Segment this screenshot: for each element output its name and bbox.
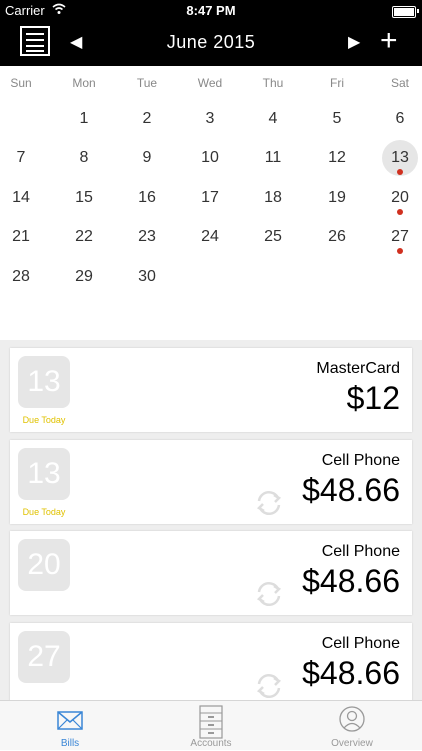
bill-due-dot — [397, 209, 403, 215]
tab-bar: Bills Accounts Overview — [0, 700, 422, 750]
user-circle-icon — [339, 706, 365, 732]
calendar-day[interactable]: 5 — [319, 101, 355, 137]
envelope-icon — [57, 711, 83, 730]
weekday-label: Wed — [197, 76, 223, 90]
calendar-day[interactable]: 30 — [129, 259, 165, 295]
calendar-day[interactable]: 15 — [66, 180, 102, 216]
add-bill-button[interactable]: + — [380, 24, 398, 58]
weekday-label: Mon — [72, 76, 96, 90]
calendar-day[interactable]: 28 — [3, 259, 39, 295]
bill-date-badge: 27 — [18, 631, 70, 683]
weekday-label: Tue — [136, 76, 158, 90]
calendar-day[interactable]: 24 — [192, 219, 228, 255]
calendar-day[interactable]: 6 — [382, 101, 418, 137]
calendar-day[interactable]: 23 — [129, 219, 165, 255]
calendar-day[interactable]: 14 — [3, 180, 39, 216]
calendar-day[interactable]: 12 — [319, 140, 355, 176]
calendar-day[interactable]: 26 — [319, 219, 355, 255]
bill-amount: $48.66 — [302, 563, 400, 599]
recurring-icon — [252, 577, 286, 611]
tab-accounts[interactable]: Accounts — [141, 701, 281, 751]
next-month-button[interactable]: ▶ — [348, 32, 360, 52]
tab-accounts-label: Accounts — [190, 738, 232, 749]
bill-card[interactable]: 27 Cell Phone $48.66 — [10, 623, 412, 700]
calendar-day[interactable]: 8 — [66, 140, 102, 176]
bill-date-badge: 13 — [18, 448, 70, 500]
bill-card[interactable]: 13 Due Today Cell Phone $48.66 — [10, 440, 412, 524]
bill-name: Cell Phone — [321, 452, 400, 469]
calendar-day[interactable]: 18 — [255, 180, 291, 216]
nav-bar: ◀ June 2015 ▶ + — [0, 22, 422, 66]
bill-name: MasterCard — [316, 360, 400, 377]
bill-card[interactable]: 13 Due Today MasterCard $12 — [10, 348, 412, 432]
calendar-day[interactable]: 25 — [255, 219, 291, 255]
calendar-day[interactable]: 7 — [3, 140, 39, 176]
calendar-day[interactable]: 2 — [129, 101, 165, 137]
bill-amount: $48.66 — [302, 655, 400, 691]
recurring-icon — [252, 669, 286, 700]
calendar-day[interactable]: 16 — [129, 180, 165, 216]
bill-date-badge: 20 — [18, 539, 70, 591]
calendar-day[interactable]: 17 — [192, 180, 228, 216]
weekday-label: Fri — [330, 76, 344, 90]
calendar-day[interactable]: 10 — [192, 140, 228, 176]
weekday-label: Sun — [10, 76, 32, 90]
battery-tip — [417, 9, 419, 13]
bill-date-badge: 13 — [18, 356, 70, 408]
bill-name: Cell Phone — [321, 543, 400, 560]
bill-name: Cell Phone — [321, 635, 400, 652]
tab-overview[interactable]: Overview — [282, 701, 422, 751]
bill-due-dot — [397, 169, 403, 175]
status-bar: Carrier 8:47 PM — [0, 0, 422, 22]
calendar-day[interactable]: 1 — [66, 101, 102, 137]
calendar-day[interactable]: 11 — [255, 140, 291, 176]
tab-bills[interactable]: Bills — [0, 701, 140, 751]
due-today-label: Due Today — [22, 507, 66, 517]
weekday-label: Thu — [262, 76, 284, 90]
battery-icon — [392, 6, 416, 18]
clock-time: 8:47 PM — [186, 3, 236, 18]
calendar-day[interactable]: 29 — [66, 259, 102, 295]
calendar-day[interactable]: 22 — [66, 219, 102, 255]
month-calendar: Sun Mon Tue Wed Thu Fri Sat 1 2 3 4 5 6 7 8 9 10 11 12 13 14… — [0, 66, 422, 340]
calendar-day[interactable]: 4 — [255, 101, 291, 137]
calendar-day[interactable]: 21 — [3, 219, 39, 255]
calendar-day[interactable]: 19 — [319, 180, 355, 216]
bills-list: 13 Due Today MasterCard $12 13 Due Today Cell … — [0, 340, 422, 700]
calendar-day[interactable]: 9 — [129, 140, 165, 176]
bill-amount: $12 — [346, 380, 400, 416]
weekday-label: Sat — [390, 76, 409, 90]
header: Carrier 8:47 PM ◀ June 2015 ▶ + — [0, 0, 422, 66]
tab-bills-label: Bills — [60, 738, 80, 749]
drawer-cabinet-icon — [199, 705, 223, 739]
bill-card[interactable]: 20 Cell Phone $48.66 — [10, 531, 412, 615]
bill-due-dot — [397, 248, 403, 254]
calendar-day[interactable]: 3 — [192, 101, 228, 137]
recurring-icon — [252, 486, 286, 520]
due-today-label: Due Today — [22, 415, 66, 425]
bill-amount: $48.66 — [302, 472, 400, 508]
tab-overview-label: Overview — [331, 738, 373, 749]
